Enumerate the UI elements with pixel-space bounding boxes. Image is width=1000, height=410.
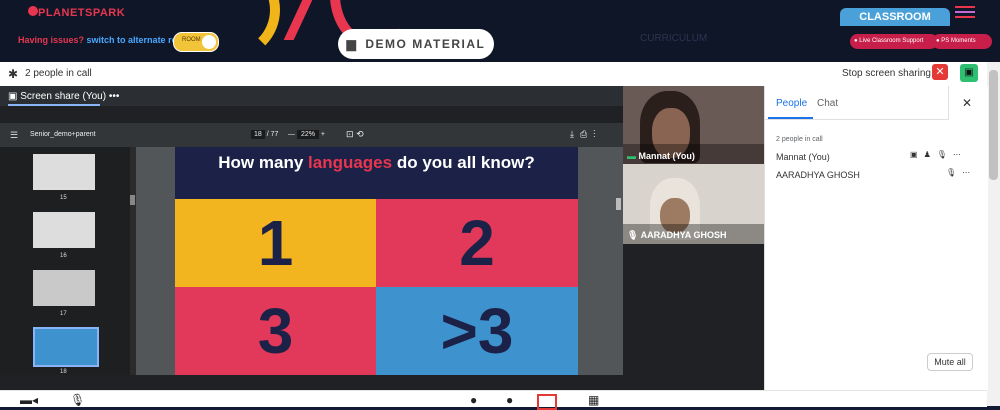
- add-person-icon[interactable]: ♟: [924, 150, 937, 159]
- mic-icon[interactable]: 🎙: [946, 168, 962, 177]
- bottom-controls: [0, 390, 987, 407]
- live-support-label: Live Classroom Support: [859, 38, 924, 44]
- empty-tile-area: [623, 244, 764, 390]
- zoom-out-button[interactable]: —: [288, 131, 295, 138]
- print-icon[interactable]: ⎙: [580, 129, 593, 139]
- slide-title-part2: do you all know?: [392, 153, 535, 172]
- option-3: 3: [175, 287, 376, 375]
- apps-icon[interactable]: ▦: [588, 393, 599, 407]
- mic-icon: 🎙: [627, 230, 639, 240]
- rotate-icon[interactable]: ⟲: [356, 129, 364, 139]
- thumbnail-17[interactable]: [33, 270, 95, 306]
- thumbnail-scroll-thumb[interactable]: [130, 195, 135, 205]
- tile-name-label: AARADHYA GHOSH: [640, 230, 727, 240]
- microphone-icon[interactable]: 🎙: [70, 393, 85, 407]
- tab-chat[interactable]: Chat: [817, 98, 838, 109]
- pdf-view-icons: ⊡ ⟲: [346, 129, 364, 140]
- issue-label: Having issues?: [18, 35, 85, 45]
- document-scroll-thumb[interactable]: [616, 198, 621, 210]
- tile-name: 🎙 AARADHYA GHOSH: [627, 230, 726, 241]
- mic-icon[interactable]: 🎙: [937, 150, 953, 159]
- folder-icon: ▆: [346, 37, 358, 51]
- page-number-input[interactable]: 18: [251, 130, 265, 139]
- room-toggle-label: ROOM: [182, 37, 201, 43]
- pdf-filename: Senior_demo+parent: [30, 131, 96, 138]
- thumbnail-sidebar[interactable]: 15 16 17 18: [0, 147, 130, 375]
- zoom-controls: — 22% +: [288, 130, 325, 139]
- tab-people[interactable]: People: [776, 98, 807, 109]
- zoom-level[interactable]: 22%: [296, 130, 319, 139]
- stop-sharing-label: Stop screen sharing: [842, 68, 931, 79]
- present-icon: ▣: [8, 91, 18, 102]
- mute-all-button[interactable]: Mute all: [927, 353, 973, 371]
- page-total: / 77: [266, 131, 279, 138]
- pin-icon: ▬: [627, 151, 636, 161]
- people-in-call-text: 2 people in call: [25, 68, 92, 79]
- present-icon: ▣: [910, 150, 924, 159]
- participant-actions: ▣♟🎙⋯: [910, 150, 967, 159]
- present-stop-icon[interactable]: [537, 394, 557, 410]
- toggle-knob: [202, 35, 216, 49]
- thumbnail-label: 15: [60, 195, 67, 201]
- tile-name: ▬ Mannat (You): [627, 151, 695, 161]
- camera-icon[interactable]: ▬◂: [20, 393, 38, 407]
- hamburger-menu-icon[interactable]: [955, 6, 975, 18]
- download-icon[interactable]: ⤓: [570, 129, 580, 139]
- option-4: >3: [376, 287, 578, 375]
- room-toggle[interactable]: ROOM: [173, 32, 219, 52]
- stop-sharing-button[interactable]: ✕: [932, 64, 948, 80]
- person-icon[interactable]: ●: [470, 393, 477, 407]
- curriculum-tab[interactable]: CURRICULUM: [640, 33, 707, 44]
- tile-name-label: Mannat (You): [638, 151, 695, 161]
- tab-underline: [8, 104, 100, 106]
- page-indicator: 18 / 77: [251, 130, 279, 139]
- chat-icon[interactable]: ●: [506, 393, 513, 407]
- call-status-bar: [0, 62, 987, 87]
- screen-share-label: Screen share (You): [20, 91, 107, 102]
- divider: [948, 86, 949, 120]
- scrollbar-thumb[interactable]: [989, 70, 998, 180]
- thumbnail-15[interactable]: [33, 154, 95, 190]
- participant-count: 2 people in call: [776, 136, 823, 143]
- picture-in-picture-icon[interactable]: ▣: [960, 64, 978, 82]
- ps-moments-label: PS Moments: [941, 38, 976, 44]
- more-options-icon[interactable]: ⋯: [953, 150, 967, 159]
- thumbnail-label: 18: [60, 369, 67, 375]
- classroom-tab[interactable]: CLASSROOM: [840, 8, 950, 26]
- gear-icon[interactable]: ✱: [8, 67, 18, 81]
- thumbnail-16[interactable]: [33, 212, 95, 248]
- screen-share-title: ▣ Screen share (You) •••: [8, 91, 119, 102]
- document-scrollbar[interactable]: [615, 147, 623, 375]
- thumbnail-label: 16: [60, 253, 67, 259]
- option-1: 1: [175, 199, 376, 287]
- more-vert-icon[interactable]: ⋮: [593, 129, 601, 139]
- slide-title-part1: How many: [218, 153, 309, 172]
- participant-actions: 🎙⋯: [946, 168, 976, 177]
- thumbnail-label: 17: [60, 311, 67, 317]
- more-options-icon[interactable]: •••: [109, 91, 120, 102]
- menu-icon[interactable]: ☰: [10, 130, 18, 141]
- participant-name: AARADHYA GHOSH: [776, 170, 860, 180]
- people-panel: [764, 86, 988, 390]
- logo-text: PLANETSPARK: [38, 7, 126, 19]
- pdf-actions: ⤓⎙⋮: [570, 129, 601, 140]
- participant-name: Mannat (You): [776, 152, 830, 162]
- thumbnail-18-selected[interactable]: [33, 327, 99, 367]
- live-support-button[interactable]: ● Live Classroom Support: [850, 34, 938, 49]
- close-icon[interactable]: ✕: [962, 96, 972, 110]
- option-2: 2: [376, 199, 578, 287]
- slide-title: How many languages do you all know?: [175, 147, 578, 199]
- slide-title-highlight: languages: [308, 153, 393, 172]
- demo-material-label: DEMO MATERIAL: [365, 37, 486, 51]
- demo-material-button[interactable]: ▆ DEMO MATERIAL: [338, 29, 494, 59]
- logo-icon: [28, 6, 38, 16]
- slide: How many languages do you all know? 1 2 …: [175, 147, 578, 375]
- more-options-icon[interactable]: ⋯: [962, 168, 976, 177]
- ps-moments-button[interactable]: ● PS Moments: [932, 34, 992, 49]
- divider: [764, 119, 949, 120]
- issue-text: Having issues? switch to alternate room: [18, 35, 191, 45]
- zoom-in-button[interactable]: +: [321, 131, 325, 138]
- fit-page-icon[interactable]: ⊡: [346, 129, 354, 139]
